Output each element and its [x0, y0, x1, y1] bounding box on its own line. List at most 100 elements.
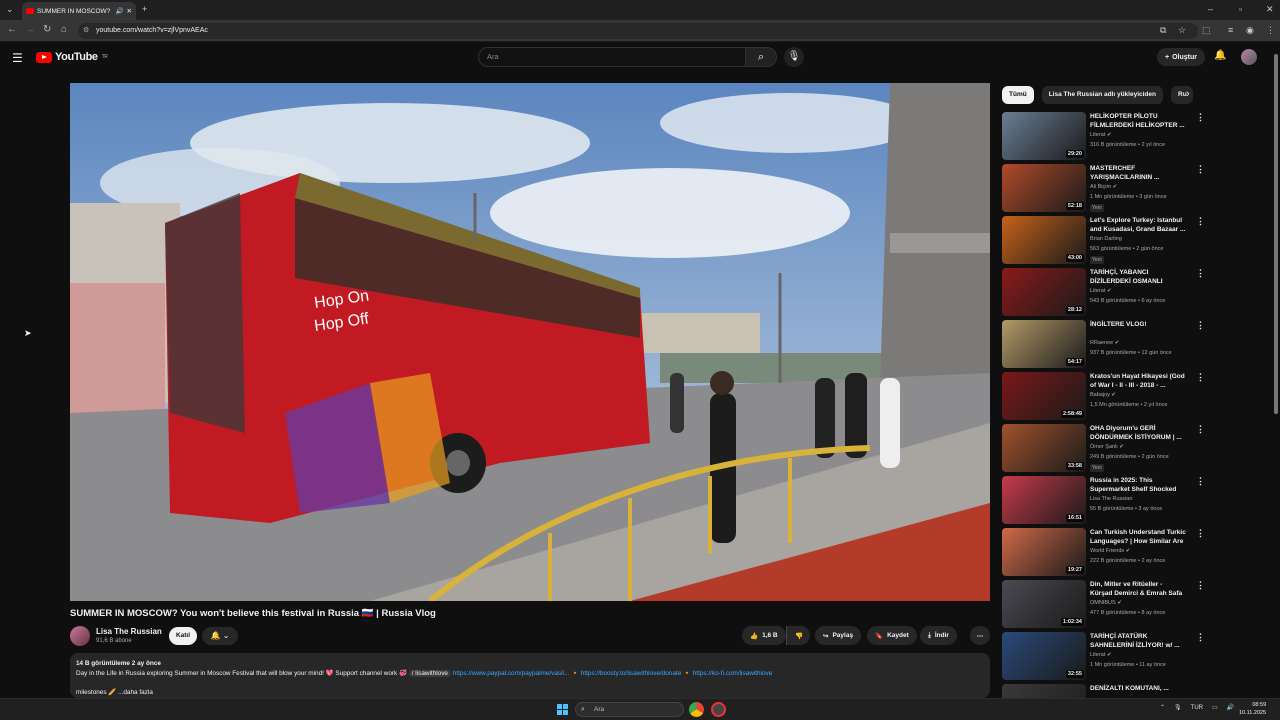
maximize-icon[interactable]: ▫ — [1239, 4, 1242, 14]
more-actions-button[interactable]: ⋯ — [970, 626, 990, 645]
recommendation-title[interactable]: Let's Explore Turkey: Istanbul and Kusad… — [1090, 216, 1186, 234]
media-control-icon[interactable]: ≡ — [1228, 25, 1233, 35]
recommendation-item[interactable]: 1:02:34 Din, Mitler ve Ritüeller - Kürşad… — [1002, 580, 1205, 628]
recommendation-item[interactable]: 33:58 OHA Diyorum'u GERİ DÖNDÜRMEK İSTİYO… — [1002, 424, 1205, 472]
recommendation-item[interactable]: 52:18 MASTERCHEF YARIŞMACILARININ ... Ali … — [1002, 164, 1205, 212]
recommendation-title[interactable]: DENİZALTI KOMUTANI, ... — [1090, 684, 1186, 693]
profile-icon[interactable]: ◉ — [1246, 25, 1254, 36]
recommendation-item[interactable]: 2:58:49 Kratos'un Hayat Hikayesi (God of … — [1002, 372, 1205, 420]
recommendation-channel[interactable]: World Friends ✔ — [1090, 548, 1130, 554]
search-input[interactable]: Ara — [478, 47, 746, 67]
recommendation-thumbnail[interactable]: 1:02:34 — [1002, 580, 1086, 628]
more-options-icon[interactable]: ⋮ — [1196, 320, 1205, 331]
recommendation-channel[interactable]: Babajoy ✔ — [1090, 392, 1116, 398]
filter-chip[interactable]: Tümü — [1002, 86, 1034, 104]
volume-icon[interactable]: 🔊 — [1227, 704, 1234, 711]
browser-tab[interactable]: SUMMER IN MOSCOW? Yo 🔊 ✕ — [22, 2, 136, 20]
recommendation-thumbnail[interactable]: 29:20 — [1002, 112, 1086, 160]
network-icon[interactable]: ▭ — [1212, 704, 1218, 711]
create-button[interactable]: + Oluştur — [1157, 48, 1205, 66]
recommendation-item[interactable]: 32:55 TARİHÇİ ATATÜRK SAHNELERİNİ İZLİYOR… — [1002, 632, 1205, 680]
notifications-bell-icon[interactable]: 🔔 — [1214, 50, 1226, 61]
recommendation-title[interactable]: Din, Mitler ve Ritüeller - Kürşad Demirc… — [1090, 580, 1186, 598]
recommendation-item[interactable]: 19:27 Can Turkish Understand Turkic Langu… — [1002, 528, 1205, 576]
recommendation-title[interactable]: MASTERCHEF YARIŞMACILARININ ... — [1090, 164, 1186, 182]
taskbar-search-input[interactable]: ⌕ Ara — [575, 702, 684, 717]
recommendation-thumbnail[interactable]: 19:27 — [1002, 528, 1086, 576]
recommendation-channel[interactable]: Lisa The Russian — [1090, 496, 1132, 502]
recommendation-item[interactable]: 54:17 İNGİLTERE VLOG! RRaenee ✔ 937 B görün… — [1002, 320, 1205, 368]
more-options-icon[interactable]: ⋮ — [1196, 476, 1205, 487]
back-icon[interactable]: ← — [7, 24, 17, 35]
tab-close-icon[interactable]: ✕ — [127, 7, 132, 15]
recommendation-thumbnail[interactable]: 54:17 — [1002, 320, 1086, 368]
url-bar[interactable]: ⚙ youtube.com/watch?v=zjlVpnvAEAc — [78, 23, 1198, 39]
tab-list-icon[interactable]: ⌄ — [6, 4, 14, 15]
chevron-right-icon[interactable]: › — [1186, 88, 1190, 100]
description-link-boosty[interactable]: https://boosty.to/lisawithlove/donate — [581, 670, 681, 677]
recommendation-item[interactable]: DENİZALTI KOMUTANI, ... ⋮ — [1002, 684, 1198, 698]
more-options-icon[interactable]: ⋮ — [1196, 424, 1205, 435]
recommendation-thumbnail[interactable]: 2:58:49 — [1002, 372, 1086, 420]
recommendation-thumbnail[interactable]: 28:12 — [1002, 268, 1086, 316]
extensions-icon[interactable]: ⬚ — [1202, 25, 1211, 36]
recommendation-item[interactable]: 29:20 HELİKOPTER PİLOTU FİLMLERDEKİ HELİK… — [1002, 112, 1205, 160]
minimize-icon[interactable]: – — [1208, 4, 1213, 14]
description-link-paypal[interactable]: https://www.paypal.com/paypalme/vasil... — [453, 670, 570, 677]
recommendation-title[interactable]: Russia in 2025: This Supermarket Shelf S… — [1090, 476, 1186, 494]
voice-search-icon[interactable]: 🎙 — [784, 47, 804, 67]
recommendation-title[interactable]: Can Turkish Understand Turkic Languages?… — [1090, 528, 1186, 546]
video-player[interactable]: Hop On Hop Off — [70, 83, 990, 601]
recommendation-item[interactable]: 43:00 Let's Explore Turkey: Istanbul and … — [1002, 216, 1205, 264]
download-button[interactable]: ⤓ İndir — [920, 626, 957, 645]
microphone-icon[interactable]: 🎙 — [1174, 704, 1182, 711]
more-options-icon[interactable]: ⋮ — [1196, 216, 1205, 227]
description-link-kofi[interactable]: https://ko-fi.com/lisawithlove — [693, 670, 773, 677]
recommendation-title[interactable]: TARİHÇİ, YABANCI DİZİLERDEKİ OSMANLI SAH… — [1090, 268, 1186, 286]
recommendation-title[interactable]: Kratos'un Hayat Hikayesi (God of War I -… — [1090, 372, 1186, 390]
share-button[interactable]: ↪ Paylaş — [815, 626, 862, 645]
recommendation-channel[interactable]: Literat ✔ — [1090, 132, 1111, 138]
more-options-icon[interactable]: ⋮ — [1196, 164, 1205, 175]
recommendation-thumbnail[interactable]: 16:51 — [1002, 476, 1086, 524]
like-button[interactable]: 👍 1,6 B — [742, 626, 786, 645]
recommendation-channel[interactable]: Ali Biçim ✔ — [1090, 184, 1117, 190]
recommendation-channel[interactable]: Ömer Şanlı ✔ — [1090, 444, 1124, 450]
browser-menu-icon[interactable]: ⋮ — [1266, 25, 1275, 36]
scrollbar[interactable] — [1272, 42, 1280, 698]
description-more[interactable]: milestones 🥖 ...daha fazla — [76, 688, 984, 698]
reload-icon[interactable]: ↻ — [43, 24, 51, 35]
recommendation-channel[interactable]: Brian Darling — [1090, 236, 1122, 242]
recommendation-title[interactable]: HELİKOPTER PİLOTU FİLMLERDEKİ HELİKOPTER… — [1090, 112, 1186, 130]
recommendation-thumbnail[interactable]: 33:58 — [1002, 424, 1086, 472]
recommendation-item[interactable]: 28:12 TARİHÇİ, YABANCI DİZİLERDEKİ OSMANL… — [1002, 268, 1205, 316]
forward-icon[interactable]: → — [25, 24, 35, 35]
filter-chip[interactable]: Lisa The Russian adlı yükleyiciden — [1041, 86, 1163, 104]
more-options-icon[interactable]: ⋮ — [1196, 684, 1198, 695]
subscription-bell-button[interactable]: 🔔 ⌄ — [202, 627, 238, 645]
more-options-icon[interactable]: ⋮ — [1196, 528, 1205, 539]
recommendation-title[interactable]: TARİHÇİ ATATÜRK SAHNELERİNİ İZLİYOR! w/ … — [1090, 632, 1186, 650]
recommendation-title[interactable]: İNGİLTERE VLOG! — [1090, 320, 1186, 329]
recommendation-channel[interactable]: Literat ✔ — [1090, 288, 1111, 294]
install-app-icon[interactable]: ⧉ — [1160, 25, 1166, 36]
recommendation-thumbnail[interactable]: 43:00 — [1002, 216, 1086, 264]
bookmark-star-icon[interactable]: ☆ — [1178, 25, 1186, 36]
channel-avatar[interactable] — [70, 626, 90, 646]
windows-start-icon[interactable] — [557, 704, 568, 715]
more-options-icon[interactable]: ⋮ — [1196, 268, 1205, 279]
recommendation-title[interactable]: OHA Diyorum'u GERİ DÖNDÜRMEK İSTİYORUM |… — [1090, 424, 1186, 442]
app-icon[interactable] — [711, 702, 726, 717]
avatar[interactable] — [1241, 49, 1257, 65]
recommendation-channel[interactable]: OMNIBUS ✔ — [1090, 600, 1122, 606]
dislike-button[interactable]: 👎 — [786, 626, 810, 645]
search-button[interactable]: ⌕ — [745, 47, 777, 67]
more-options-icon[interactable]: ⋮ — [1196, 580, 1205, 591]
audio-icon[interactable]: 🔊 — [115, 7, 123, 15]
new-tab-icon[interactable]: + — [142, 4, 147, 14]
more-options-icon[interactable]: ⋮ — [1196, 632, 1205, 643]
site-info-icon[interactable]: ⚙ — [83, 23, 89, 39]
join-button[interactable]: Katıl — [169, 627, 197, 645]
channel-name[interactable]: Lisa The Russian — [96, 627, 162, 636]
recommendation-thumbnail[interactable]: 52:18 — [1002, 164, 1086, 212]
